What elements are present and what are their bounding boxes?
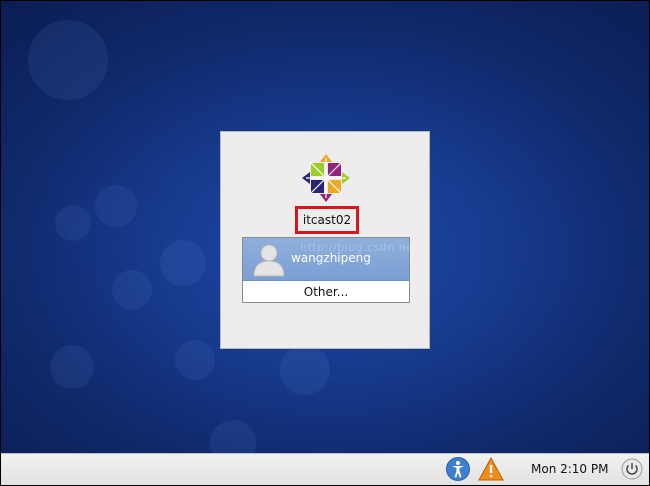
background-bokeh	[175, 340, 215, 380]
desktop-background: itcast02 wangzhipeng Other... http://blo…	[0, 0, 650, 486]
login-dialog: itcast02 wangzhipeng Other...	[220, 131, 430, 349]
background-bokeh	[95, 185, 137, 227]
user-avatar-icon	[253, 244, 285, 277]
bottom-panel: Mon 2:10 PM	[0, 453, 650, 486]
background-bokeh	[28, 20, 108, 100]
hostname-text: itcast02	[302, 213, 352, 227]
background-bokeh	[160, 240, 206, 286]
warning-icon[interactable]	[478, 457, 504, 481]
accessibility-icon[interactable]	[446, 457, 470, 481]
watermark-text: http://blog.csdn.net/	[300, 241, 423, 254]
hostname-label: itcast02	[295, 206, 359, 234]
other-user-item[interactable]: Other...	[243, 283, 409, 302]
clock-text[interactable]: Mon 2:10 PM	[531, 462, 608, 476]
background-bokeh	[280, 345, 330, 395]
power-icon[interactable]	[621, 458, 643, 480]
centos-logo-icon	[302, 154, 350, 202]
background-bokeh	[55, 205, 91, 241]
background-bokeh	[50, 345, 94, 389]
background-bokeh	[112, 270, 152, 310]
